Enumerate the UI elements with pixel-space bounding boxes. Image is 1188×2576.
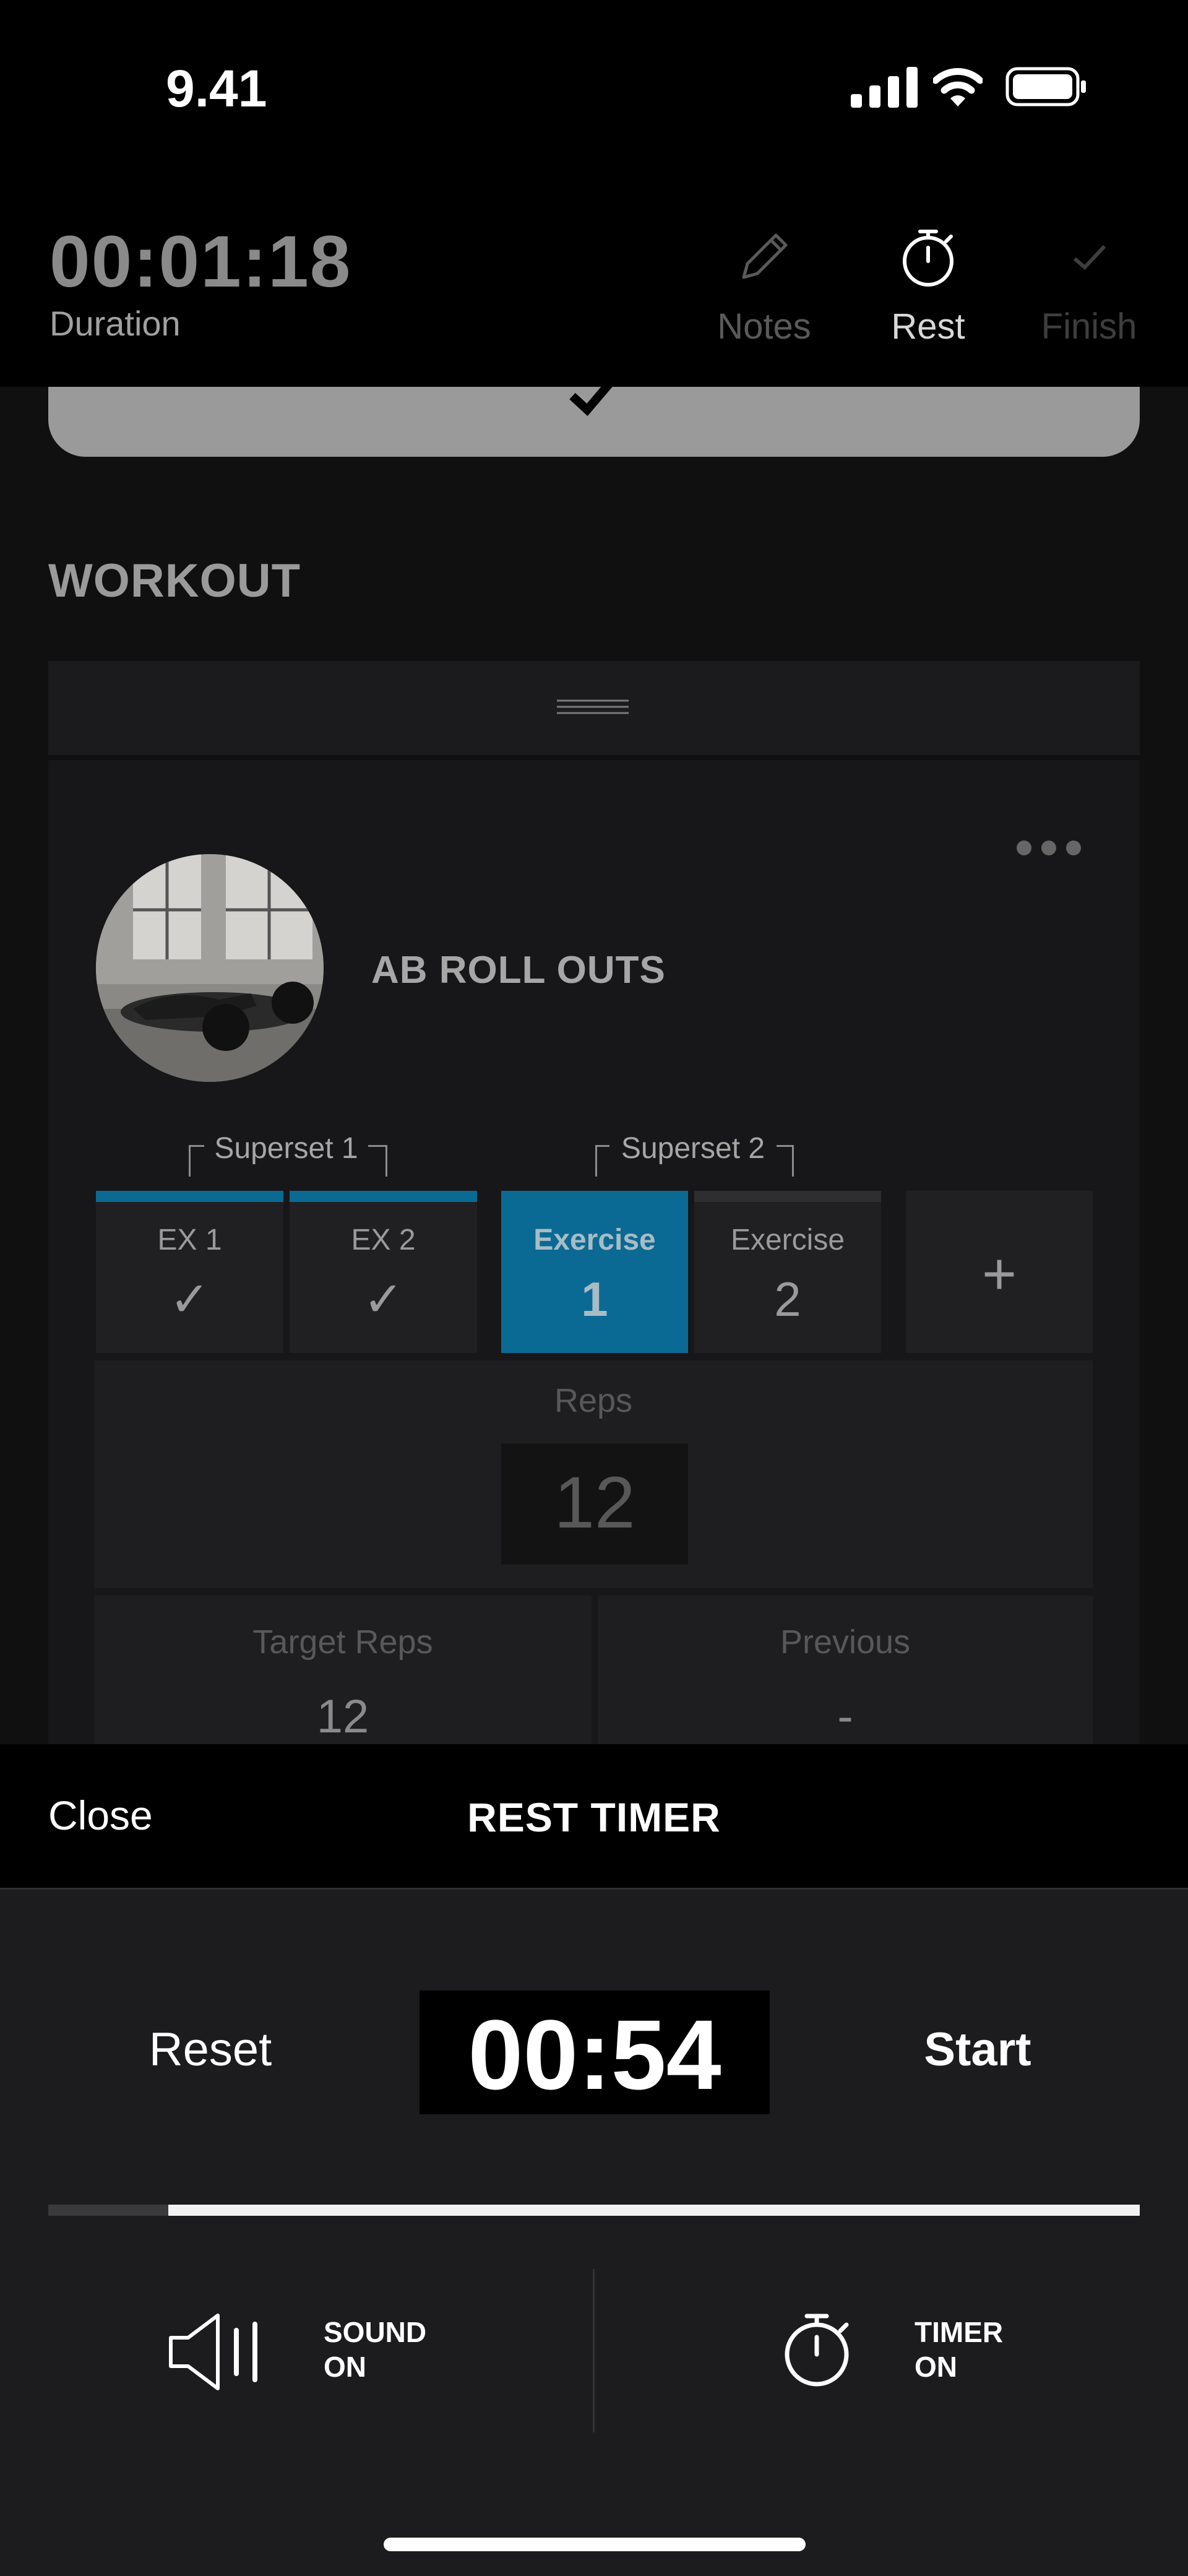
status-time: 9.41 (166, 59, 267, 118)
target-reps-label: Target Reps (252, 1623, 433, 1661)
drag-handle[interactable] (48, 661, 1140, 755)
previous-label: Previous (780, 1623, 911, 1661)
exercise-name: AB ROLL OUTS (371, 949, 666, 992)
rest-progress-fill (168, 2205, 1140, 2216)
tile-label: EX 1 (157, 1224, 222, 1256)
plus-icon: + (981, 1241, 1017, 1307)
superset-label: Superset 1 (204, 1131, 368, 1165)
duration-value: 00:01:18 (50, 221, 352, 303)
section-title: WORKOUT (48, 555, 301, 607)
timer-label-line2: ON (915, 2351, 957, 2383)
divider (593, 2269, 595, 2432)
home-indicator (384, 2538, 806, 2551)
tile-label: EX 2 (351, 1224, 416, 1256)
notes-label: Notes (717, 306, 811, 347)
tile-number: 1 (581, 1272, 608, 1326)
start-button[interactable]: Start (891, 2023, 1064, 2077)
wifi-icon (933, 68, 983, 106)
stopwatch-icon (903, 230, 953, 287)
check-icon: ✓ (363, 1272, 404, 1326)
timer-value: 00:54 (468, 1999, 721, 2110)
finish-button[interactable]: Finish (1015, 223, 1163, 359)
rest-timer-title: REST TIMER (467, 1794, 721, 1840)
exercise-tile-active[interactable]: Exercise 1 (501, 1191, 688, 1353)
add-exercise-button[interactable]: + (906, 1191, 1093, 1353)
exercise-thumbnail (96, 854, 324, 1082)
drag-handle-icon (557, 699, 629, 714)
speaker-icon (169, 2314, 257, 2390)
tile-number: 2 (774, 1272, 801, 1326)
notes-button[interactable]: Notes (690, 223, 838, 359)
reps-value: 12 (554, 1462, 635, 1544)
timer-label: TIMER ON (915, 2315, 1003, 2384)
more-options-icon[interactable] (1015, 839, 1083, 857)
check-icon: ✓ (169, 1272, 210, 1326)
rest-button[interactable]: Rest (854, 223, 1002, 359)
finish-label: Finish (1041, 306, 1137, 347)
battery-icon (1005, 67, 1086, 106)
sound-label-line2: ON (324, 2351, 366, 2383)
exercise-tile-ex1[interactable]: EX 1 ✓ (96, 1191, 283, 1353)
pencil-icon (742, 233, 788, 279)
cellular-signal-icon (851, 67, 918, 108)
sound-label-line1: SOUND (324, 2316, 427, 2348)
superset-label: Superset 2 (609, 1131, 777, 1165)
exercise-tile-ex2[interactable]: EX 2 ✓ (290, 1191, 477, 1353)
target-reps-value: 12 (316, 1690, 369, 1743)
rest-label: Rest (891, 306, 965, 347)
stopwatch-icon (785, 2314, 849, 2387)
check-icon (1074, 244, 1106, 270)
exercise-tile-pending[interactable]: Exercise 2 (694, 1191, 881, 1353)
previous-value: - (837, 1690, 853, 1743)
duration-label: Duration (50, 304, 181, 343)
tile-label: Exercise (533, 1224, 656, 1256)
reset-button[interactable]: Reset (142, 2023, 278, 2077)
reps-label: Reps (554, 1382, 633, 1419)
tile-label: Exercise (730, 1224, 845, 1256)
sound-label: SOUND ON (324, 2315, 426, 2384)
rest-progress-bar (48, 2205, 1140, 2216)
timer-label-line1: TIMER (915, 2316, 1004, 2348)
